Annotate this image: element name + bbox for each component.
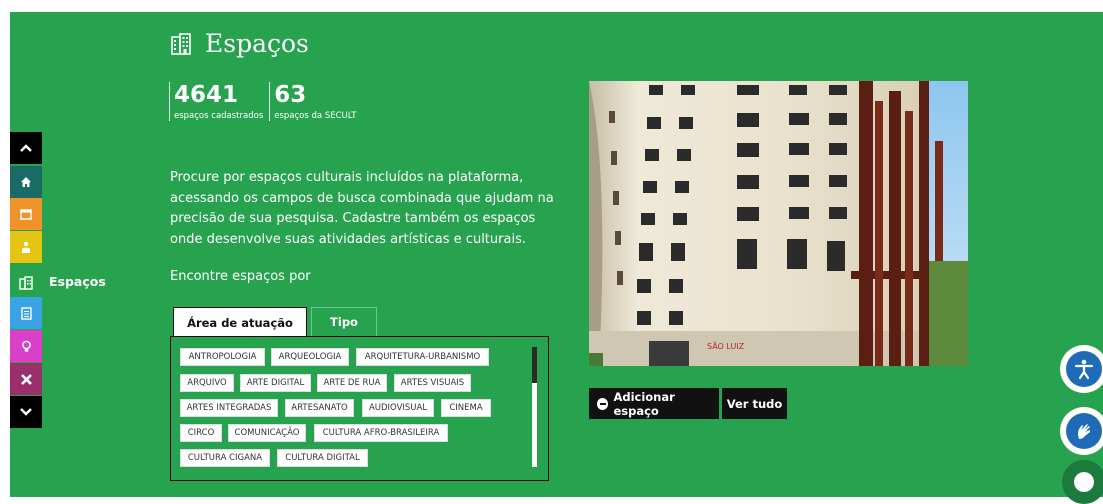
tag-item[interactable]: ANTROPOLOGIA — [180, 348, 265, 366]
building-icon — [19, 276, 33, 290]
scrollbar-thumb[interactable] — [532, 347, 537, 383]
chevron-up-icon — [20, 144, 32, 152]
nav-active-label[interactable]: Espaços — [49, 274, 106, 289]
tag-item[interactable]: CULTURA DIGITAL — [277, 449, 368, 467]
tag-item[interactable]: ARTE DE RUA — [317, 374, 387, 392]
find-by-heading: Encontre espaços por — [170, 269, 311, 284]
tag-item[interactable]: ARTES INTEGRADAS — [180, 399, 278, 417]
nav-opportunities[interactable] — [10, 330, 42, 362]
photo-sign-text: SÃO LUIZ — [707, 341, 745, 351]
chevron-down-icon — [20, 408, 32, 416]
stats: 4641 espaços cadastrados 63 espaços da S… — [169, 82, 363, 121]
tab-tipo[interactable]: Tipo — [311, 307, 377, 337]
accessibility-button[interactable] — [1060, 345, 1103, 393]
tag-item[interactable]: ARTESANATO — [285, 399, 354, 417]
building-icon — [171, 32, 191, 55]
home-icon — [21, 177, 31, 187]
person-icon — [22, 241, 30, 253]
nav-scroll-down[interactable] — [10, 396, 42, 428]
nav-projects[interactable] — [10, 297, 42, 329]
stat-secult-label: espaços da SECULT — [274, 111, 357, 121]
nav-events[interactable] — [10, 198, 42, 230]
add-space-label: Adicionar espaço — [613, 389, 675, 418]
tag-item[interactable]: ARTE DIGITAL — [240, 374, 311, 392]
tag-item[interactable]: CULTURA AFRO-BRASILEIRA — [314, 424, 448, 442]
accessibility-icon — [1066, 351, 1102, 387]
stat-registered-label: espaços cadastrados — [174, 111, 264, 121]
stat-secult: 63 espaços da SECULT — [269, 82, 362, 121]
tag-item[interactable]: COMUNICAÇÃO — [228, 424, 306, 442]
tag-item[interactable]: ARQUITETURA-URBANISMO — [356, 348, 489, 366]
tab-area-atuacao[interactable]: Área de atuação — [173, 307, 307, 337]
calendar-icon — [20, 209, 32, 220]
tag-item[interactable]: ARQUIVO — [180, 374, 234, 392]
nav-spaces[interactable] — [19, 275, 33, 290]
document-icon — [20, 306, 32, 320]
lightbulb-icon — [21, 340, 31, 352]
stat-secult-value: 63 — [274, 82, 307, 108]
tools-icon — [20, 373, 32, 385]
tag-item[interactable]: CULTURA CIGANA — [180, 449, 270, 467]
nav-tools[interactable] — [10, 363, 42, 395]
stat-registered-value: 4641 — [174, 82, 239, 108]
section-description: Procure por espaços culturais incluídos … — [170, 170, 554, 247]
nav-scroll-up[interactable] — [10, 132, 42, 164]
tag-item[interactable]: AUDIOVISUAL — [362, 399, 434, 417]
tag-item[interactable]: ARQUEOLOGIA — [271, 348, 349, 366]
add-space-button[interactable]: Adicionar espaço — [589, 388, 719, 419]
page-title-text: Espaços — [205, 29, 309, 58]
stat-registered: 4641 espaços cadastrados — [169, 82, 269, 121]
page-title: Espaços — [171, 29, 309, 58]
featured-space-photo: SÃO LUIZ — [589, 81, 968, 366]
chat-button[interactable] — [1062, 460, 1103, 504]
tag-item[interactable]: ARTES VISUAIS — [394, 374, 471, 392]
sign-language-button[interactable] — [1060, 407, 1103, 455]
nav-agents[interactable] — [10, 231, 42, 263]
tag-list-scrollbar[interactable] — [532, 347, 537, 467]
minus-circle-icon — [597, 397, 609, 410]
tag-item[interactable]: CIRCO — [180, 424, 222, 442]
nav-home[interactable] — [10, 166, 42, 198]
hand-icon — [1066, 413, 1102, 449]
chat-icon — [1074, 472, 1094, 492]
tag-item[interactable]: CINEMA — [441, 399, 491, 417]
view-all-button[interactable]: Ver tudo — [722, 388, 787, 419]
